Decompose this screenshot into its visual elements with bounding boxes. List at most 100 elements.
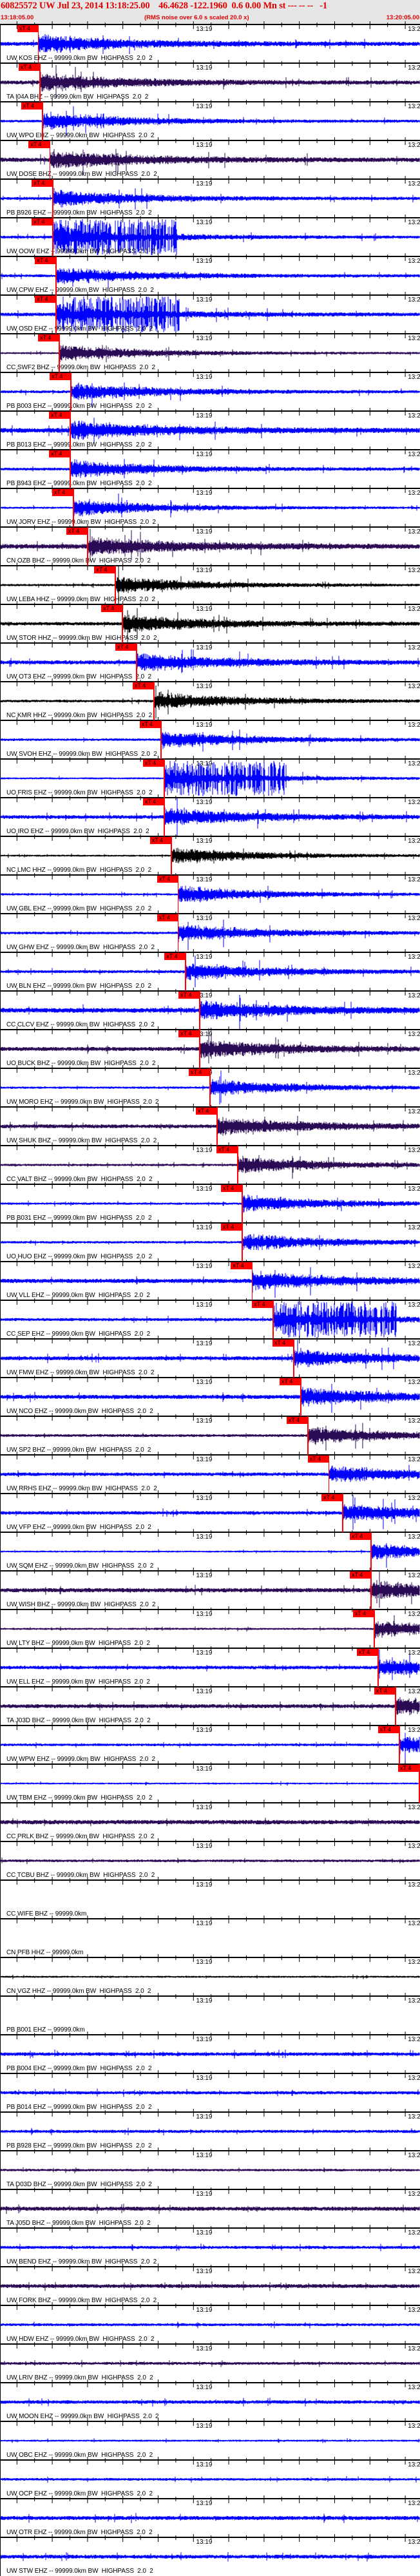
next-minute-tick-label: 13:2 — [408, 1302, 420, 1309]
phase-pick-line[interactable] — [300, 1378, 301, 1416]
phase-pick-marker[interactable]: xT 4 — [189, 1069, 211, 1076]
phase-pick-marker[interactable]: xT 4 — [164, 953, 186, 960]
phase-pick-marker[interactable]: xT 4 — [321, 1494, 343, 1501]
minute-tick-label: 13:19 — [196, 1572, 213, 1579]
phase-pick-marker[interactable]: xT 4 — [356, 1649, 378, 1656]
phase-pick-marker[interactable]: xT 4 — [377, 1726, 399, 1733]
station-label: UW JORV EHZ -- 99999.0km BW HIGHPASS 2.0… — [6, 519, 156, 526]
phase-pick-line[interactable] — [42, 102, 43, 140]
phase-pick-line[interactable] — [177, 914, 179, 952]
minute-tick-label: 13:19 — [196, 528, 213, 535]
phase-pick-marker[interactable]: xT 4 — [178, 992, 200, 999]
phase-pick-marker[interactable]: xT 4 — [307, 1456, 329, 1463]
phase-pick-line[interactable] — [328, 1455, 330, 1494]
phase-pick-line[interactable] — [251, 1262, 253, 1300]
phase-pick-marker[interactable]: xT 4 — [142, 760, 164, 767]
phase-pick-line[interactable] — [395, 1687, 396, 1725]
station-label: UW OSD EHZ -- 99999.0km BW HIGHPASS 2.0 … — [6, 325, 153, 332]
phase-pick-line[interactable] — [136, 643, 137, 682]
phase-pick-line[interactable] — [399, 1725, 400, 1764]
phase-pick-line[interactable] — [242, 1184, 243, 1223]
phase-pick-marker[interactable]: xT 4 — [252, 1301, 274, 1308]
phase-pick-line[interactable] — [52, 179, 53, 218]
phase-pick-marker[interactable]: xT 4 — [18, 64, 40, 71]
phase-pick-marker[interactable]: xT 4 — [132, 682, 154, 689]
phase-pick-marker[interactable]: xT 4 — [374, 1687, 396, 1695]
phase-pick-line[interactable] — [39, 63, 41, 102]
phase-pick-marker[interactable]: xT 4 — [50, 373, 72, 380]
phase-pick-marker[interactable]: xT 4 — [149, 837, 171, 844]
phase-pick-line[interactable] — [37, 24, 39, 63]
phase-pick-marker[interactable]: xT 4 — [115, 644, 137, 651]
phase-pick-marker[interactable]: xT 4 — [32, 218, 53, 226]
phase-pick-line[interactable] — [342, 1494, 343, 1532]
phase-pick-line[interactable] — [370, 1532, 372, 1571]
phase-pick-marker[interactable]: xT 4 — [38, 334, 60, 341]
phase-pick-line[interactable] — [122, 604, 123, 643]
phase-pick-line[interactable] — [55, 256, 57, 295]
phase-pick-line[interactable] — [164, 798, 165, 836]
phase-pick-line[interactable] — [293, 1339, 294, 1378]
phase-pick-marker[interactable]: xT 4 — [398, 1765, 420, 1772]
phase-pick-marker[interactable]: xT 4 — [286, 1417, 308, 1424]
phase-pick-line[interactable] — [185, 952, 186, 991]
next-minute-tick-label: 13:2 — [408, 1649, 420, 1657]
phase-pick-marker[interactable]: xT 4 — [49, 450, 71, 457]
phase-pick-marker[interactable]: xT 4 — [35, 257, 57, 264]
phase-pick-line[interactable] — [52, 218, 53, 256]
seismogram-panel: 13:19 13:2 UW NCO EHZ -- 99999.0km BW HIGH… — [0, 1374, 420, 1416]
phase-pick-line[interactable] — [377, 1648, 379, 1687]
phase-pick-marker[interactable]: xT 4 — [216, 1146, 238, 1153]
phase-pick-marker[interactable]: xT 4 — [196, 1108, 218, 1115]
phase-pick-marker[interactable]: xT 4 — [139, 721, 161, 728]
phase-pick-line[interactable] — [199, 1030, 200, 1068]
phase-pick-marker[interactable]: xT 4 — [220, 1224, 242, 1231]
phase-pick-marker[interactable]: xT 4 — [35, 296, 57, 303]
phase-pick-marker[interactable]: xT 4 — [49, 412, 71, 419]
phase-pick-marker[interactable]: xT 4 — [94, 566, 116, 573]
phase-pick-line[interactable] — [272, 1300, 274, 1339]
phase-pick-line[interactable] — [307, 1416, 309, 1455]
phase-pick-line[interactable] — [87, 527, 88, 566]
phase-pick-marker[interactable]: xT 4 — [32, 180, 53, 187]
phase-pick-line[interactable] — [177, 875, 179, 914]
phase-pick-marker[interactable]: xT 4 — [157, 914, 178, 921]
phase-pick-line[interactable] — [374, 1610, 375, 1648]
phase-pick-marker[interactable]: xT 4 — [66, 528, 88, 535]
phase-pick-marker[interactable]: xT 4 — [28, 141, 50, 148]
phase-pick-marker[interactable]: xT 4 — [279, 1378, 301, 1385]
phase-pick-line[interactable] — [237, 1146, 238, 1184]
phase-pick-marker[interactable]: xT 4 — [21, 102, 43, 110]
phase-pick-line[interactable] — [199, 991, 200, 1030]
phase-pick-line[interactable] — [70, 411, 71, 450]
phase-pick-marker[interactable]: xT 4 — [142, 798, 164, 805]
phase-pick-marker[interactable]: xT 4 — [52, 489, 73, 496]
phase-pick-line[interactable] — [370, 1571, 372, 1610]
phase-pick-marker[interactable]: xT 4 — [157, 876, 178, 883]
phase-pick-marker[interactable]: xT 4 — [220, 1185, 242, 1192]
phase-pick-marker[interactable]: xT 4 — [178, 1030, 200, 1037]
phase-pick-line[interactable] — [216, 1107, 218, 1146]
phase-pick-line[interactable] — [242, 1223, 243, 1262]
phase-pick-marker[interactable]: xT 4 — [272, 1340, 294, 1347]
seismogram-panel: 13:19 13:2 UW VLL EHZ -- 99999.0km BW HIGH… — [0, 1258, 420, 1300]
phase-pick-line[interactable] — [70, 450, 71, 488]
phase-pick-marker[interactable]: xT 4 — [231, 1262, 253, 1269]
phase-pick-line[interactable] — [160, 720, 162, 759]
phase-pick-marker[interactable]: xT 4 — [349, 1533, 371, 1540]
phase-pick-line[interactable] — [70, 372, 72, 411]
phase-pick-line[interactable] — [153, 682, 155, 720]
phase-pick-line[interactable] — [55, 295, 57, 334]
minute-tick-label: 13:19 — [196, 799, 213, 806]
phase-pick-line[interactable] — [115, 566, 116, 604]
phase-pick-marker[interactable]: xT 4 — [349, 1572, 371, 1579]
phase-pick-line[interactable] — [209, 1068, 211, 1107]
phase-pick-marker[interactable]: xT 4 — [352, 1610, 374, 1617]
phase-pick-line[interactable] — [171, 836, 172, 875]
phase-pick-marker[interactable]: xT 4 — [17, 25, 39, 32]
phase-pick-line[interactable] — [59, 334, 60, 372]
phase-pick-marker[interactable]: xT 4 — [101, 605, 123, 612]
phase-pick-line[interactable] — [164, 759, 165, 798]
phase-pick-line[interactable] — [73, 488, 74, 527]
phase-pick-line[interactable] — [49, 140, 51, 179]
